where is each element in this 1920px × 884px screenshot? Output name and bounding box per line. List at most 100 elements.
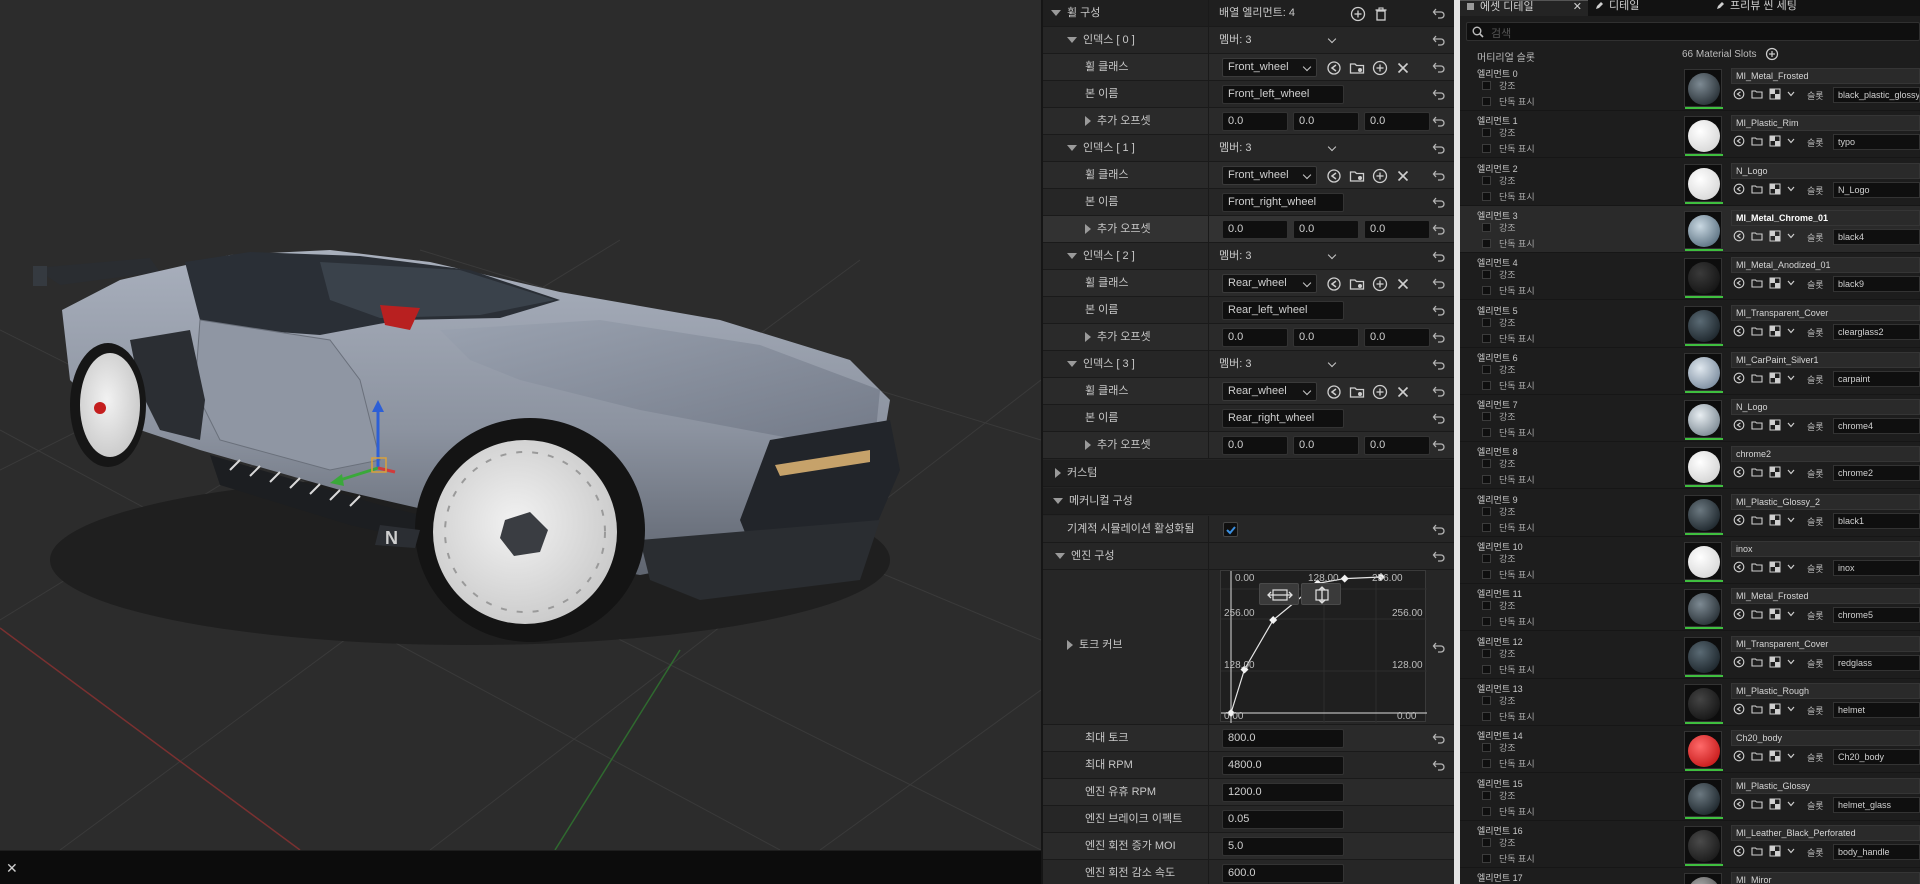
add-icon[interactable] <box>1372 384 1388 400</box>
reset-to-default-icon[interactable] <box>1432 438 1446 452</box>
use-selected-icon[interactable] <box>1733 561 1745 576</box>
material-thumbnail[interactable] <box>1684 636 1723 677</box>
use-selected-icon[interactable] <box>1733 750 1745 765</box>
checkbox[interactable] <box>1482 286 1491 296</box>
checkbox[interactable] <box>1482 459 1491 469</box>
mechanical-category[interactable]: 메커니컬 구성 <box>1043 488 1454 515</box>
chevron-down-icon[interactable] <box>1787 798 1795 813</box>
checker-icon[interactable] <box>1769 88 1781 103</box>
highlight-checkbox[interactable]: 강조 <box>1482 268 1516 281</box>
isolate-checkbox[interactable]: 단독 표시 <box>1482 663 1535 676</box>
browse-folder-icon[interactable] <box>1751 703 1763 718</box>
material-name-field[interactable]: inox <box>1731 541 1920 557</box>
material-name-field[interactable]: chrome2 <box>1731 446 1920 463</box>
browse-folder-icon[interactable] <box>1751 798 1763 813</box>
isolate-checkbox[interactable]: 단독 표시 <box>1482 615 1535 628</box>
isolate-checkbox[interactable]: 단독 표시 <box>1482 805 1535 818</box>
material-name-field[interactable]: MI_CarPaint_Silver1 <box>1731 351 1920 368</box>
material-thumbnail[interactable] <box>1684 778 1723 819</box>
chevron-down-icon[interactable] <box>1787 703 1795 718</box>
slot-name-input[interactable]: black1 <box>1833 512 1920 529</box>
fit-horizontal-button[interactable] <box>1259 583 1299 605</box>
checkbox[interactable] <box>1482 853 1491 863</box>
material-slot-row[interactable]: 엘리먼트 7 강조 단독 표시 N_Logo 슬롯 chrome4 <box>1460 395 1920 443</box>
browse-folder-icon[interactable] <box>1751 561 1763 576</box>
checkbox[interactable] <box>1482 743 1491 753</box>
checkbox[interactable] <box>1482 506 1491 516</box>
chevron-down-icon[interactable] <box>1327 358 1337 368</box>
checkbox[interactable] <box>1482 81 1491 90</box>
wheel-class-combo[interactable]: Front_wheel <box>1222 166 1317 185</box>
material-slot-row[interactable]: 엘리먼트 13 강조 단독 표시 MI_Plastic_Rough 슬롯 helmet <box>1460 678 1920 726</box>
material-thumbnail[interactable] <box>1684 305 1723 346</box>
material-slot-row[interactable]: 엘리먼트 5 강조 단독 표시 MI_Transparent_Cover 슬롯 clear… <box>1460 300 1920 348</box>
chevron-down-icon[interactable] <box>1787 561 1795 576</box>
use-selected-icon[interactable] <box>1733 135 1745 150</box>
collapse-arrow-icon[interactable] <box>1067 37 1077 44</box>
material-thumbnail[interactable] <box>1684 825 1723 866</box>
material-name-field[interactable]: MI_Plastic_Glossy <box>1731 777 1920 794</box>
slot-name-input[interactable]: carpaint <box>1833 370 1920 387</box>
slot-name-input[interactable]: N_Logo <box>1833 181 1920 198</box>
bone-name-input[interactable]: Rear_left_wheel <box>1222 301 1344 320</box>
highlight-checkbox[interactable]: 강조 <box>1482 647 1516 660</box>
material-thumbnail[interactable] <box>1684 258 1723 299</box>
material-slot-row[interactable]: 엘리먼트 9 강조 단독 표시 MI_Plastic_Glossy_2 슬롯 black1 <box>1460 489 1920 537</box>
reset-to-default-icon[interactable] <box>1432 384 1446 398</box>
reset-to-default-icon[interactable] <box>1432 141 1446 155</box>
reset-to-default-icon[interactable] <box>1432 549 1446 563</box>
material-slot-row[interactable]: 엘리먼트 10 강조 단독 표시 inox 슬롯 inox <box>1460 537 1920 584</box>
collapse-arrow-icon[interactable] <box>1055 553 1065 560</box>
offset-z-input[interactable]: 0.0 <box>1364 328 1430 347</box>
chevron-down-icon[interactable] <box>1787 656 1795 671</box>
highlight-checkbox[interactable]: 강조 <box>1482 599 1516 612</box>
material-thumbnail[interactable] <box>1684 494 1723 535</box>
checkbox[interactable] <box>1482 175 1491 185</box>
material-name-field[interactable]: MI_Metal_Chrome_01 <box>1731 209 1920 226</box>
material-name-field[interactable]: Ch20_body <box>1731 730 1920 747</box>
expand-arrow-icon[interactable] <box>1085 224 1091 235</box>
3d-viewport[interactable]: N <box>0 0 1041 850</box>
material-name-field[interactable]: MI_Leather_Black_Perforated <box>1731 824 1920 841</box>
isolate-checkbox[interactable]: 단독 표시 <box>1482 142 1535 155</box>
reset-to-default-icon[interactable] <box>1432 522 1446 536</box>
clear-icon[interactable] <box>1395 168 1411 184</box>
tab-preview-scene-settings[interactable]: 프리뷰 씬 세팅 <box>1710 0 1920 16</box>
material-slot-row[interactable]: 엘리먼트 3 강조 단독 표시 MI_Metal_Chrome_01 슬롯 black4 <box>1460 205 1920 253</box>
chevron-down-icon[interactable] <box>1787 514 1795 529</box>
highlight-checkbox[interactable]: 강조 <box>1482 126 1516 139</box>
checker-icon[interactable] <box>1769 703 1781 718</box>
bone-name-input[interactable]: Front_left_wheel <box>1222 85 1344 104</box>
close-icon[interactable]: ✕ <box>6 860 18 877</box>
chevron-down-icon[interactable] <box>1787 183 1795 198</box>
offset-x-input[interactable]: 0.0 <box>1222 328 1288 347</box>
checker-icon[interactable] <box>1769 656 1781 671</box>
expand-arrow-icon[interactable] <box>1085 332 1091 343</box>
checkbox[interactable] <box>1482 380 1491 390</box>
isolate-checkbox[interactable]: 단독 표시 <box>1482 190 1535 203</box>
material-name-field[interactable]: N_Logo <box>1731 399 1920 416</box>
reset-to-default-icon[interactable] <box>1432 330 1446 344</box>
checker-icon[interactable] <box>1769 135 1781 150</box>
reset-to-default-icon[interactable] <box>1432 411 1446 425</box>
checker-icon[interactable] <box>1769 750 1781 765</box>
slot-name-input[interactable]: black9 <box>1833 276 1920 293</box>
material-slot-row[interactable]: 엘리먼트 2 강조 단독 표시 N_Logo 슬롯 N_Logo <box>1460 158 1920 206</box>
highlight-checkbox[interactable]: 강조 <box>1482 505 1516 518</box>
browse-folder-icon[interactable] <box>1751 514 1763 529</box>
isolate-checkbox[interactable]: 단독 표시 <box>1482 757 1535 770</box>
use-selected-icon[interactable] <box>1733 466 1745 481</box>
use-selected-icon[interactable] <box>1733 845 1745 860</box>
offset-y-input[interactable]: 0.0 <box>1293 328 1359 347</box>
use-selected-icon[interactable] <box>1733 183 1745 198</box>
chevron-down-icon[interactable] <box>1327 142 1337 152</box>
use-selected-icon[interactable] <box>1326 276 1342 292</box>
add-material-slot-icon[interactable] <box>1765 47 1779 64</box>
checkbox[interactable] <box>1482 759 1491 769</box>
collapse-arrow-icon[interactable] <box>1051 10 1061 17</box>
material-slot-row[interactable]: 엘리먼트 8 강조 단독 표시 chrome2 슬롯 chrome2 <box>1460 442 1920 490</box>
search-input[interactable]: 검색 <box>1466 22 1920 41</box>
highlight-checkbox[interactable]: 강조 <box>1482 316 1516 329</box>
slot-name-input[interactable]: helmet <box>1833 701 1920 718</box>
slot-name-input[interactable]: black4 <box>1833 228 1920 245</box>
